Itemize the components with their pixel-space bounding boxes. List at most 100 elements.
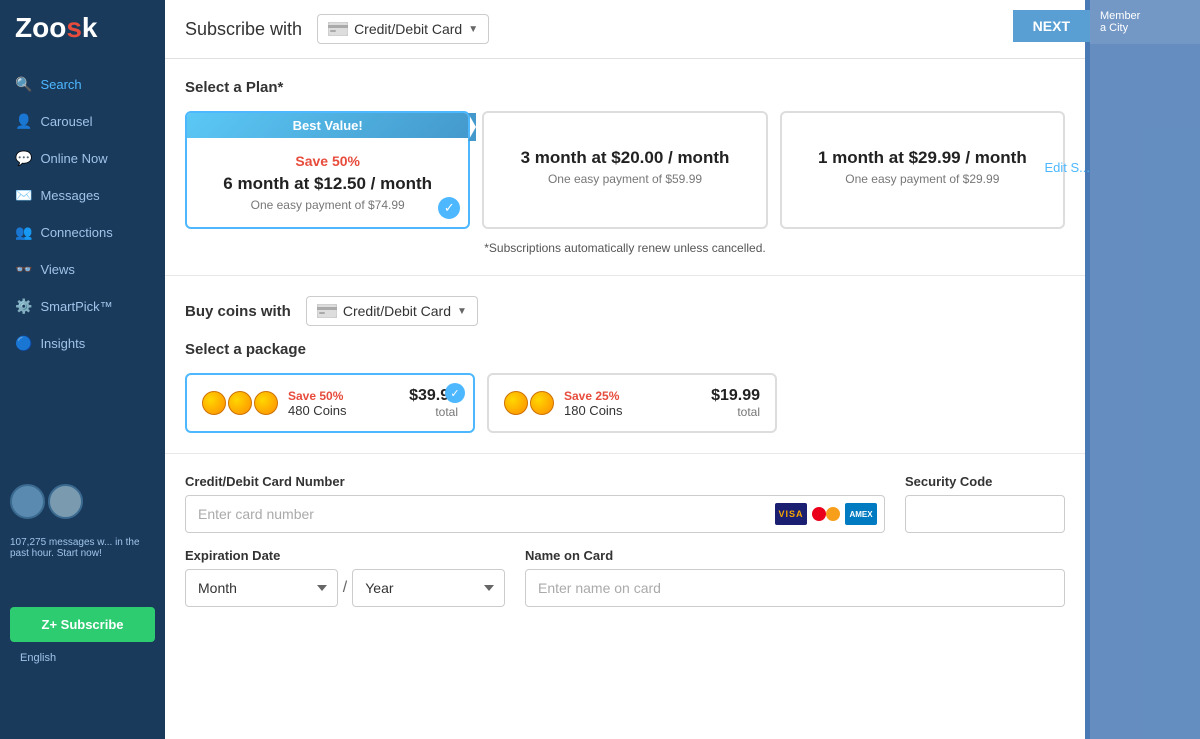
- app-logo: Zoosk: [0, 0, 165, 56]
- language-selector: English: [10, 647, 155, 669]
- views-icon: 👓: [15, 261, 32, 278]
- package-info-180: Save 25% 180 Coins: [564, 389, 701, 418]
- coins-payment-label: Credit/Debit Card: [343, 303, 451, 319]
- expiry-name-row: Expiration Date Month 01 02 03 04 05 06 …: [185, 548, 1065, 607]
- auto-renew-note: *Subscriptions automatically renew unles…: [185, 241, 1065, 255]
- subscribe-button[interactable]: Z+ Subscribe: [10, 607, 155, 642]
- package-card-180[interactable]: Save 25% 180 Coins $19.99 total ✓: [487, 373, 777, 433]
- member-header: Member a City: [1090, 0, 1200, 44]
- plan-card-1month[interactable]: 1 month at $29.99 / month One easy payme…: [780, 111, 1065, 229]
- mastercard-logo: [810, 504, 842, 524]
- package-check-480: ✓: [445, 383, 465, 403]
- insights-icon: 🔵: [15, 335, 32, 352]
- package-info-480: Save 50% 480 Coins: [288, 389, 399, 418]
- plan-check-6month: ✓: [438, 197, 460, 219]
- coin-3: [254, 391, 278, 415]
- plan-cards: Best Value! Save 50% 6 month at $12.50 /…: [185, 111, 1065, 229]
- edit-button[interactable]: Edit S...: [1044, 160, 1090, 175]
- plan-sub-6month: One easy payment of $74.99: [202, 198, 453, 212]
- plan-main-1month: 1 month at $29.99 / month: [797, 148, 1048, 168]
- messages-icon: ✉️: [15, 187, 32, 204]
- card-number-row: Credit/Debit Card Number VISA AMEX Secur…: [185, 474, 1065, 533]
- sidebar-item-carousel[interactable]: 👤 Carousel: [0, 103, 165, 140]
- package-cards: Save 50% 480 Coins $39.99 total ✓ Save 2…: [185, 373, 1065, 433]
- carousel-icon: 👤: [15, 113, 32, 130]
- package-price-180: $19.99 total: [711, 387, 760, 419]
- security-code-group: Security Code: [905, 474, 1065, 533]
- package-total-180: total: [711, 405, 760, 419]
- plan-main-6month: 6 month at $12.50 / month: [202, 174, 453, 194]
- messages-count-text: 107,275 messages w... in the past hour. …: [10, 537, 155, 559]
- sidebar-item-smartpick[interactable]: ⚙️ SmartPick™: [0, 288, 165, 325]
- card-input-wrapper: VISA AMEX: [185, 495, 885, 533]
- mc-right-circle: [826, 507, 840, 521]
- sidebar-item-messages[interactable]: ✉️ Messages: [0, 177, 165, 214]
- sidebar: Zoosk 🔍 Search 👤 Carousel 💬 Online Now ✉…: [0, 0, 165, 739]
- sidebar-item-search[interactable]: 🔍 Search: [0, 66, 165, 103]
- card-logos: VISA AMEX: [775, 503, 877, 525]
- coins-card-icon: [317, 304, 337, 318]
- plan-save-6month: Save 50%: [202, 153, 453, 169]
- subscribe-payment-label: Credit/Debit Card: [354, 21, 462, 37]
- name-on-card-group: Name on Card: [525, 548, 1065, 607]
- expiry-slash: /: [343, 579, 347, 597]
- plan-sub-3month: One easy payment of $59.99: [499, 172, 750, 186]
- month-select[interactable]: Month 01 02 03 04 05 06 07 08 09 10 11 1…: [185, 569, 338, 607]
- package-coins-180: 180 Coins: [564, 403, 701, 418]
- sidebar-item-online[interactable]: 💬 Online Now: [0, 140, 165, 177]
- package-save-480: Save 50%: [288, 389, 399, 403]
- package-coins-480: 480 Coins: [288, 403, 399, 418]
- select-plan-section: Select a Plan* Best Value! Save 50% 6 mo…: [165, 59, 1085, 276]
- buy-coins-title: Buy coins with: [185, 303, 291, 320]
- sidebar-bottom: 107,275 messages w... in the past hour. …: [0, 587, 165, 679]
- package-total-480: total: [409, 405, 458, 419]
- modal-header: Subscribe with Credit/Debit Card ▼: [165, 0, 1085, 59]
- online-icon: 💬: [15, 150, 32, 167]
- sidebar-item-insights[interactable]: 🔵 Insights: [0, 325, 165, 362]
- package-amount-180: $19.99: [711, 387, 760, 405]
- security-code-label: Security Code: [905, 474, 1065, 489]
- name-on-card-input[interactable]: [525, 569, 1065, 607]
- coins-payment-dropdown[interactable]: Credit/Debit Card ▼: [306, 296, 478, 326]
- next-button-top[interactable]: NEXT: [1013, 10, 1090, 42]
- sidebar-nav: 🔍 Search 👤 Carousel 💬 Online Now ✉️ Mess…: [0, 66, 165, 362]
- coin-1: [202, 391, 226, 415]
- buy-coins-section: Buy coins with Credit/Debit Card ▼ Selec…: [165, 276, 1085, 454]
- expiry-row: Month 01 02 03 04 05 06 07 08 09 10 11 1…: [185, 569, 505, 607]
- sidebar-item-views[interactable]: 👓 Views: [0, 251, 165, 288]
- mc-left-circle: [812, 507, 826, 521]
- modal-overlay: Subscribe with Credit/Debit Card ▼ Selec…: [165, 0, 1085, 739]
- plan-card-6month[interactable]: Best Value! Save 50% 6 month at $12.50 /…: [185, 111, 470, 229]
- coin-icons-480: [202, 391, 278, 415]
- amex-logo: AMEX: [845, 503, 877, 525]
- card-icon: [328, 22, 348, 36]
- plan-card-3month[interactable]: 3 month at $20.00 / month One easy payme…: [482, 111, 767, 229]
- best-value-banner: Best Value!: [187, 113, 468, 138]
- coin-2: [530, 391, 554, 415]
- sidebar-item-connections[interactable]: 👥 Connections: [0, 214, 165, 251]
- name-on-card-label: Name on Card: [525, 548, 1065, 563]
- member-label: Member: [1100, 10, 1190, 22]
- card-number-group: Credit/Debit Card Number VISA AMEX: [185, 474, 885, 533]
- select-plan-title: Select a Plan*: [185, 79, 1065, 96]
- package-save-180: Save 25%: [564, 389, 701, 403]
- right-background: Member a City: [1090, 0, 1200, 739]
- avatar-area: [10, 484, 83, 519]
- coin-1: [504, 391, 528, 415]
- subscribe-payment-dropdown[interactable]: Credit/Debit Card ▼: [317, 14, 489, 44]
- avatar: [48, 484, 83, 519]
- avatar: [10, 484, 45, 519]
- select-package-title: Select a package: [185, 341, 1065, 358]
- smartpick-icon: ⚙️: [15, 298, 32, 315]
- payment-section: Credit/Debit Card Number VISA AMEX Secur…: [165, 454, 1085, 642]
- plan-sub-1month: One easy payment of $29.99: [797, 172, 1048, 186]
- package-card-480[interactable]: Save 50% 480 Coins $39.99 total ✓: [185, 373, 475, 433]
- security-code-input[interactable]: [905, 495, 1065, 533]
- search-icon: 🔍: [15, 76, 32, 93]
- subscribe-with-label: Subscribe with: [185, 19, 302, 40]
- coin-icons-180: [504, 391, 554, 415]
- visa-logo: VISA: [775, 503, 807, 525]
- member-location: a City: [1100, 22, 1190, 34]
- dropdown-arrow-icon: ▼: [468, 24, 478, 35]
- year-select[interactable]: Year 2024 2025 2026 2027 2028 2029 2030: [352, 569, 505, 607]
